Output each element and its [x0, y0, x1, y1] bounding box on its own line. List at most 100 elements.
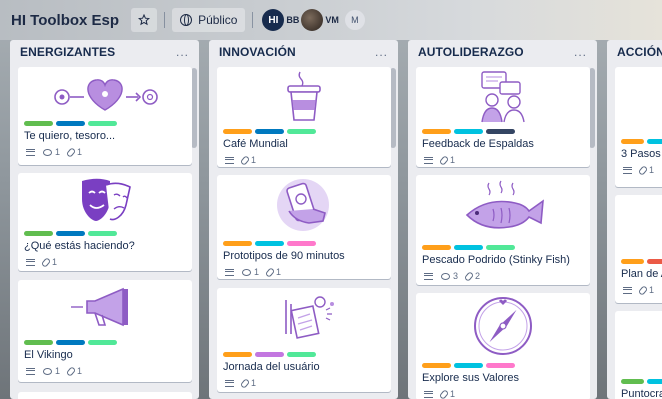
label-purple[interactable]: [255, 352, 284, 357]
description-icon: [26, 258, 35, 266]
card-title: Plan de Ac: [621, 268, 662, 280]
label-lime[interactable]: [287, 352, 316, 357]
label-sky[interactable]: [646, 379, 662, 384]
member-avatar-bb[interactable]: BB: [286, 15, 299, 25]
label-sky[interactable]: [255, 241, 284, 246]
label-lime[interactable]: [88, 121, 117, 126]
label-blue[interactable]: [56, 121, 85, 126]
list-title[interactable]: AUTOLIDERAZGO: [418, 45, 524, 59]
label-sky[interactable]: [646, 139, 662, 144]
label-orange[interactable]: [422, 129, 451, 134]
description-icon: [26, 367, 35, 375]
member-avatar-hi[interactable]: HI: [262, 9, 285, 31]
list-menu-button[interactable]: ...: [375, 45, 388, 59]
card-title: Feedback de Espaldas: [422, 138, 534, 150]
card-badges: 3 2: [416, 266, 590, 282]
card-partial[interactable]: [18, 392, 192, 399]
card-pescado-podrido[interactable]: Pescado Podrido (Stinky Fish) 3 2: [416, 175, 590, 285]
star-button[interactable]: [131, 8, 158, 32]
list-title[interactable]: INNOVACIÓN: [219, 45, 296, 59]
card-plan-accion[interactable]: Plan de Ac 1: [615, 195, 662, 303]
label-red[interactable]: [646, 259, 662, 264]
label-green[interactable]: [24, 231, 53, 236]
label-lime[interactable]: [287, 129, 316, 134]
label-orange[interactable]: [223, 129, 252, 134]
attachment-count: 1: [251, 155, 257, 165]
label-sky[interactable]: [454, 245, 483, 250]
card-feedback-espaldas[interactable]: Feedback de Espaldas 1: [416, 67, 590, 167]
attachment-count: 1: [77, 366, 83, 376]
megaphone-icon: [71, 287, 128, 327]
board-title[interactable]: HI Toolbox Esp: [9, 8, 125, 33]
label-blue[interactable]: [56, 340, 85, 345]
label-lime[interactable]: [486, 245, 515, 250]
card-title: ¿Qué estás haciendo?: [24, 240, 135, 252]
board-members: HI BB VM M: [262, 9, 365, 31]
card-badges: 1: [217, 150, 391, 166]
theater-masks-icon: [82, 178, 131, 221]
list-title[interactable]: ENERGIZANTES: [20, 45, 115, 59]
card-badges: 1: [18, 252, 192, 268]
list-menu-button[interactable]: ...: [574, 45, 587, 59]
label-orange[interactable]: [223, 352, 252, 357]
label-lime[interactable]: [88, 231, 117, 236]
description-icon: [424, 156, 433, 164]
label-lime[interactable]: [88, 340, 117, 345]
fish-icon: [465, 180, 544, 229]
member-avatar-photo[interactable]: [301, 9, 324, 31]
card-cover: [217, 67, 391, 125]
card-badges: 1 1: [18, 142, 192, 158]
card-title: Explore sus Valores: [422, 372, 520, 384]
label-green[interactable]: [621, 379, 644, 384]
label-orange[interactable]: [422, 245, 451, 250]
label-black[interactable]: [486, 129, 515, 134]
label-orange[interactable]: [621, 139, 644, 144]
label-orange[interactable]: [621, 259, 644, 264]
label-orange[interactable]: [422, 363, 451, 368]
card-jornada-usuario[interactable]: Jornada del usuário 1: [217, 288, 391, 392]
card-cover: [18, 173, 192, 227]
label-orange[interactable]: [223, 241, 252, 246]
label-green[interactable]: [24, 121, 53, 126]
card-3-pasos[interactable]: 3 Pasos de 1: [615, 67, 662, 187]
list-title[interactable]: ACCIÓN: [617, 45, 662, 59]
card-puntocracia[interactable]: Puntocrac: [615, 311, 662, 399]
attachment-count: 1: [649, 165, 655, 175]
star-icon: [138, 14, 151, 26]
list-autoliderazgo: AUTOLIDERAZGO ... Feedback de Espaldas 1: [408, 40, 597, 399]
card-el-vikingo[interactable]: El Vikingo 1 1: [18, 280, 192, 382]
description-icon: [424, 390, 433, 398]
coffee-cup-icon: [287, 71, 321, 121]
attachment-icon: [239, 377, 251, 389]
visibility-button[interactable]: Público: [172, 8, 246, 32]
list-header: ACCIÓN: [607, 40, 662, 64]
attachment-icon: [637, 164, 649, 176]
card-que-estas-haciendo[interactable]: ¿Qué estás haciendo? 1: [18, 173, 192, 271]
card-badges: 1: [416, 150, 590, 166]
card-cover: [217, 288, 391, 348]
description-icon: [26, 148, 35, 156]
label-blue[interactable]: [56, 231, 85, 236]
list-header: INNOVACIÓN ...: [209, 40, 398, 64]
description-icon: [225, 156, 234, 164]
member-avatar-vm[interactable]: VM: [325, 15, 339, 25]
comment-count: 1: [55, 147, 61, 157]
member-avatar-m[interactable]: M: [344, 10, 365, 30]
card-badges: 1 1: [217, 262, 391, 278]
card-cafe-mundial[interactable]: Café Mundial 1: [217, 67, 391, 167]
label-green[interactable]: [24, 340, 53, 345]
label-pink[interactable]: [486, 363, 515, 368]
card-title: Jornada del usuário: [223, 361, 320, 373]
card-cover: [18, 280, 192, 336]
label-sky[interactable]: [454, 129, 483, 134]
label-pink[interactable]: [287, 241, 316, 246]
comment-count: 3: [453, 271, 459, 281]
label-sky[interactable]: [454, 363, 483, 368]
card-explore-valores[interactable]: Explore sus Valores 1: [416, 293, 590, 399]
comment-count: 1: [55, 366, 61, 376]
attachment-count: 1: [276, 267, 282, 277]
card-prototipos[interactable]: Prototipos de 90 minutos 1 1: [217, 175, 391, 279]
list-menu-button[interactable]: ...: [176, 45, 189, 59]
label-blue[interactable]: [255, 129, 284, 134]
card-te-quiero[interactable]: Te quiero, tesoro... 1 1: [18, 67, 192, 165]
